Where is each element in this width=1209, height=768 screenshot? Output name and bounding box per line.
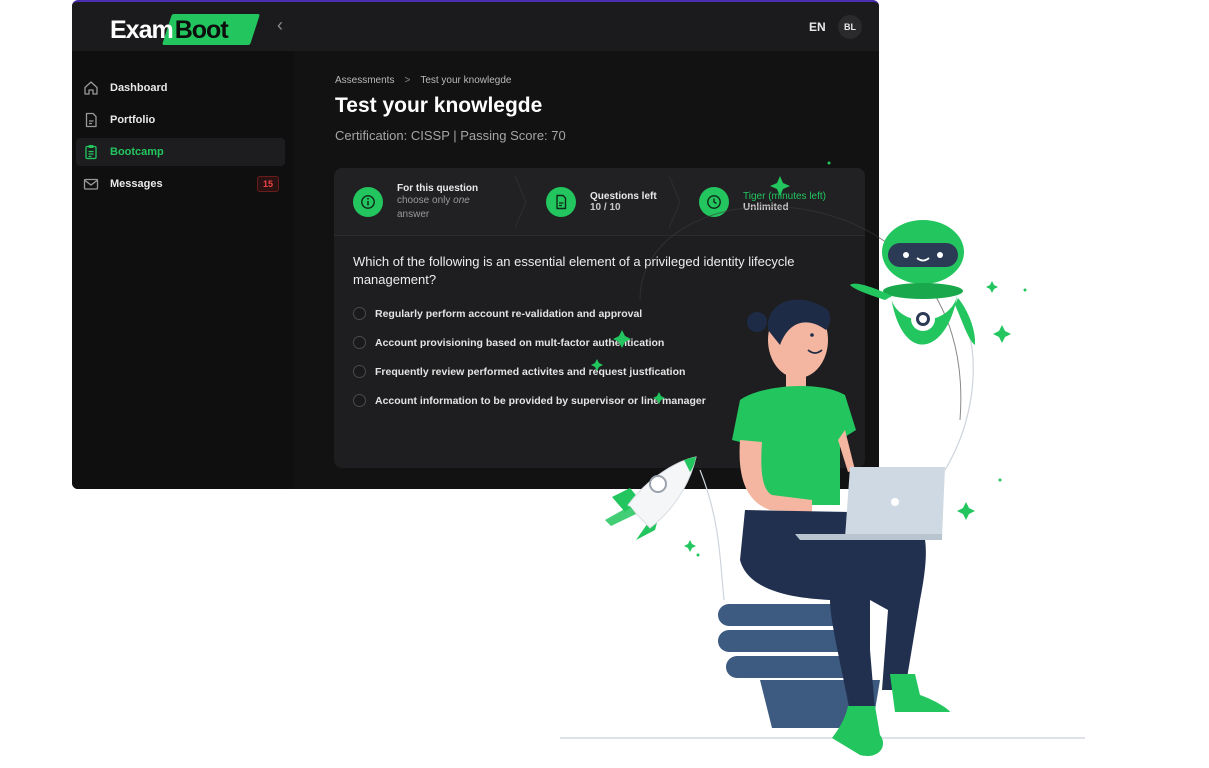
sparkle-icon (684, 540, 696, 552)
sparkle-icon (993, 325, 1011, 343)
clock-icon (699, 187, 729, 217)
radio-button[interactable] (353, 336, 366, 349)
rule-line-1: choose only one (397, 194, 470, 206)
page-title: Test your knowlegde (335, 94, 543, 117)
answer-option[interactable]: Regularly perform account re-validation … (353, 307, 642, 320)
app-window: Exam Boot ‹ EN BL Dashboard Portfolio Bo… (72, 0, 879, 489)
questions-left-info: Questions left 10 / 10 (546, 168, 657, 236)
sidebar-item-label: Messages (110, 178, 163, 190)
logo-text-exam: Exam (110, 15, 174, 44)
rule-info: For this question choose only one answer (353, 168, 478, 236)
chevron-separator-icon (514, 176, 527, 228)
sidebar-item-messages[interactable]: Messages 15 (76, 170, 285, 198)
answer-option[interactable]: Account provisioning based on mult-facto… (353, 336, 664, 349)
answer-label: Regularly perform account re-validation … (375, 307, 643, 320)
radio-button[interactable] (353, 365, 366, 378)
breadcrumb-link-assessments[interactable]: Assessments (335, 75, 394, 86)
rule-title: For this question (397, 182, 479, 194)
sidebar-item-portfolio[interactable]: Portfolio (76, 106, 285, 134)
rule-line-2: answer (397, 208, 430, 220)
examboot-logo[interactable]: Exam Boot (110, 13, 260, 45)
question-info-bar: For this question choose only one answer… (334, 168, 865, 236)
question-card: For this question choose only one answer… (334, 168, 865, 468)
breadcrumb-separator: > (404, 75, 411, 86)
breadcrumb-current: Test your knowlegde (420, 75, 512, 86)
top-bar: Exam Boot ‹ EN BL (72, 2, 879, 51)
sidebar-item-label: Dashboard (110, 82, 168, 94)
timer-value: Unlimited (743, 202, 789, 213)
questions-left-value: 10 / 10 (590, 202, 621, 213)
timer-title: Tiger (minutes left) (743, 191, 826, 202)
document-icon (82, 111, 100, 129)
answer-label: Account information to be provided by su… (375, 394, 706, 407)
sparkle-icon (957, 502, 975, 520)
unread-badge: 15 (257, 176, 279, 192)
sidebar-item-label: Bootcamp (110, 146, 164, 158)
page-subtitle: Certification: CISSP | Passing Score: 70 (335, 128, 566, 143)
rule-emphasis: one (453, 194, 470, 206)
orbit-arc (944, 319, 974, 471)
sidebar-item-dashboard[interactable]: Dashboard (76, 74, 285, 102)
clipboard-icon (82, 143, 100, 161)
chevron-separator-icon (668, 176, 681, 228)
info-icon (353, 187, 383, 217)
sidebar: Dashboard Portfolio Bootcamp Messages 15 (72, 51, 294, 489)
radio-button[interactable] (353, 307, 366, 320)
document-check-icon (546, 187, 576, 217)
questions-left-title: Questions left (590, 191, 657, 202)
sidebar-item-label: Portfolio (110, 114, 156, 126)
answer-label: Frequently review performed activites an… (375, 365, 686, 378)
sparkle-icon (986, 281, 998, 293)
answer-label: Account provisioning based on mult-facto… (375, 336, 665, 349)
answer-option[interactable]: Account information to be provided by su… (353, 394, 706, 407)
mail-icon (82, 175, 100, 193)
collapse-sidebar-button[interactable]: ‹ (277, 15, 283, 36)
radio-button[interactable] (353, 394, 366, 407)
avatar[interactable]: BL (838, 15, 862, 39)
timer-info: Tiger (minutes left) Unlimited (699, 168, 826, 236)
home-icon (82, 79, 100, 97)
logo-boot-badge: Boot (161, 13, 260, 45)
sidebar-item-bootcamp[interactable]: Bootcamp (76, 138, 285, 166)
logo-text-boot: Boot (174, 15, 229, 44)
breadcrumb: Assessments > Test your knowlegde (335, 75, 511, 86)
question-text: Which of the following is an essential e… (353, 254, 795, 287)
orbit-arc (699, 469, 725, 601)
answer-option[interactable]: Frequently review performed activites an… (353, 365, 685, 378)
language-switch[interactable]: EN (809, 20, 826, 34)
platform-stack (718, 604, 880, 728)
